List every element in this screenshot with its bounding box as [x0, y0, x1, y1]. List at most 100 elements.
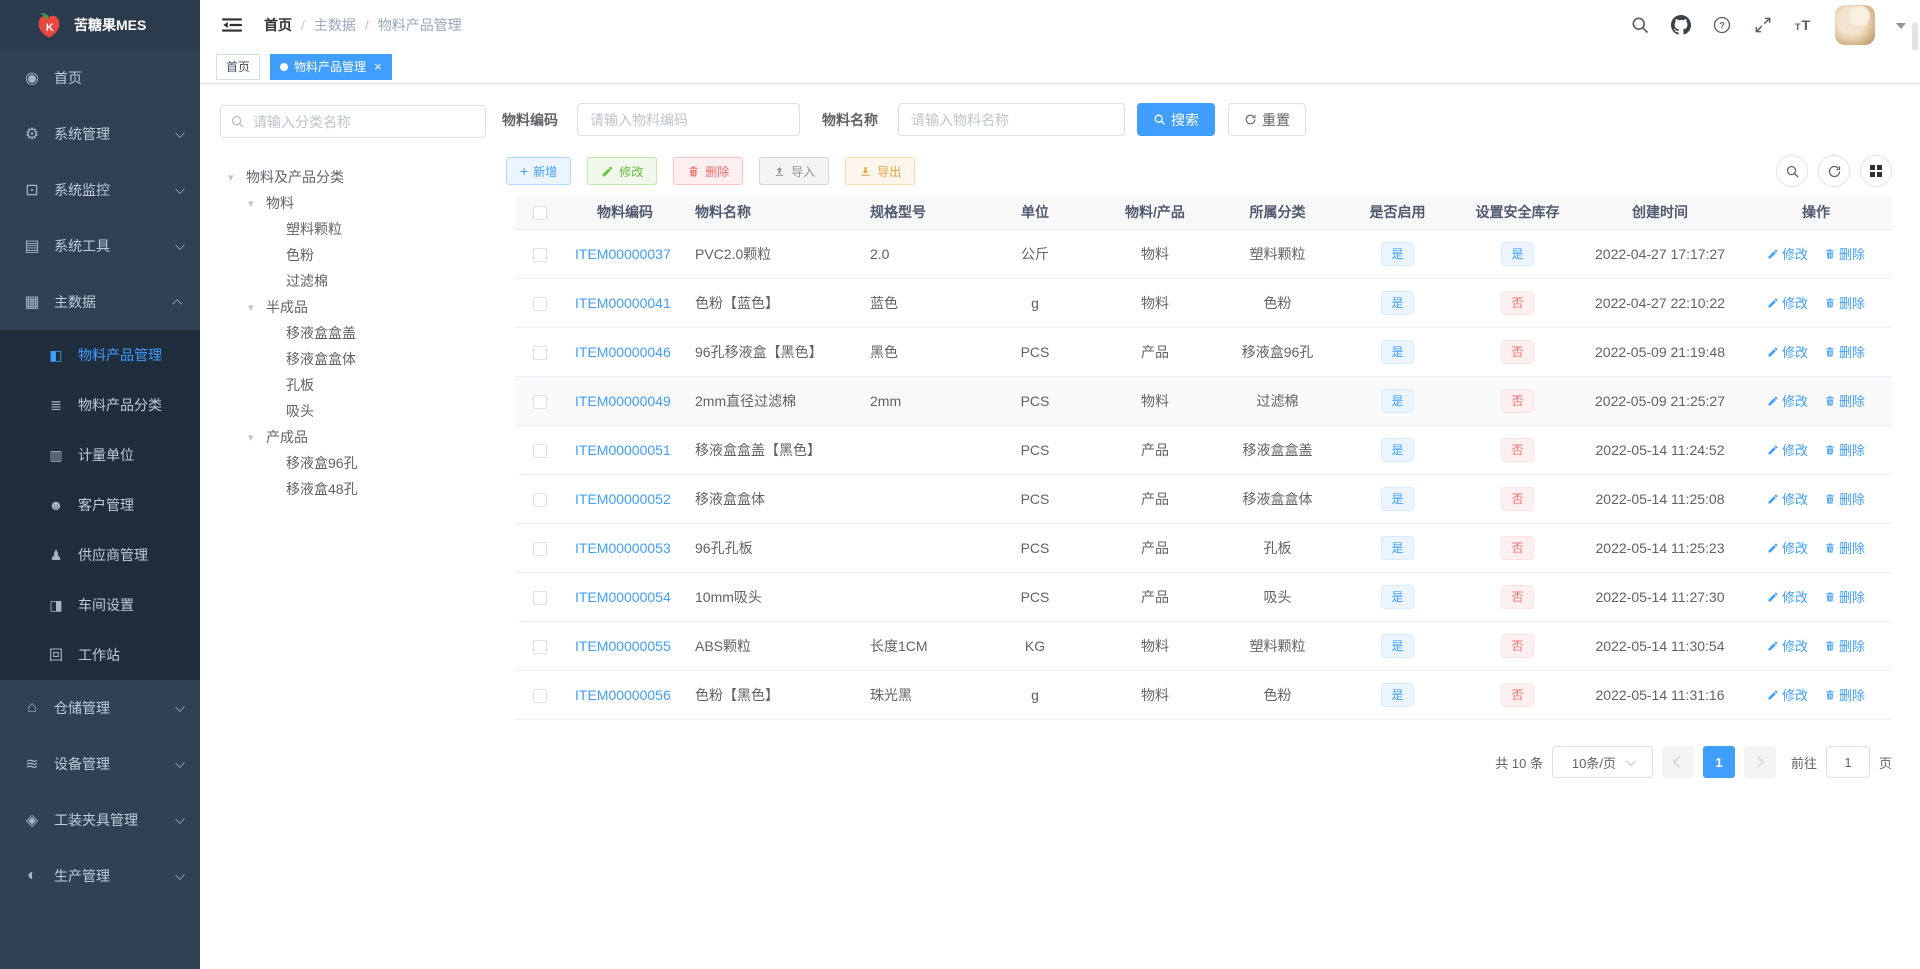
- sidebar-item[interactable]: ◉ 首页: [0, 50, 200, 106]
- logo[interactable]: K 苦糖果MES: [0, 0, 200, 50]
- font-size-icon[interactable]: TT: [1794, 15, 1814, 35]
- help-icon[interactable]: ?: [1712, 15, 1732, 35]
- row-edit-link[interactable]: 修改: [1767, 342, 1808, 361]
- row-checkbox[interactable]: [533, 541, 547, 556]
- row-checkbox[interactable]: [533, 590, 547, 605]
- row-delete-link[interactable]: 删除: [1824, 636, 1865, 655]
- delete-button[interactable]: 删除: [673, 157, 744, 185]
- breadcrumb-item-home[interactable]: 首页: [264, 15, 292, 35]
- tree-node[interactable]: 过滤棉: [220, 268, 486, 294]
- material-code-link[interactable]: ITEM00000046: [575, 344, 671, 360]
- material-code-link[interactable]: ITEM00000055: [575, 638, 671, 654]
- tree-node[interactable]: 移液盒盒盖: [220, 320, 486, 346]
- material-code-link[interactable]: ITEM00000049: [575, 393, 671, 409]
- material-code-link[interactable]: ITEM00000051: [575, 442, 671, 458]
- row-delete-link[interactable]: 删除: [1824, 391, 1865, 410]
- sidebar-item[interactable]: ⌂ 仓储管理: [0, 680, 200, 736]
- user-avatar[interactable]: [1835, 5, 1875, 45]
- row-edit-link[interactable]: 修改: [1767, 293, 1808, 312]
- sidebar-item[interactable]: ⚙ 系统管理: [0, 106, 200, 162]
- row-delete-link[interactable]: 删除: [1824, 587, 1865, 606]
- row-checkbox[interactable]: [533, 247, 547, 262]
- github-icon[interactable]: [1671, 15, 1691, 35]
- next-page-button[interactable]: [1743, 746, 1776, 778]
- row-delete-link[interactable]: 删除: [1824, 342, 1865, 361]
- sidebar-item[interactable]: ♟ 供应商管理: [0, 530, 200, 580]
- row-delete-link[interactable]: 删除: [1824, 293, 1865, 312]
- row-delete-link[interactable]: 删除: [1824, 538, 1865, 557]
- row-checkbox[interactable]: [533, 443, 547, 458]
- tab-material-product[interactable]: 物料产品管理 ×: [270, 53, 392, 80]
- row-edit-link[interactable]: 修改: [1767, 636, 1808, 655]
- material-code-link[interactable]: ITEM00000037: [575, 246, 671, 262]
- import-button[interactable]: 导入: [759, 157, 830, 185]
- row-edit-link[interactable]: 修改: [1767, 391, 1808, 410]
- tree-node[interactable]: 物料: [220, 190, 486, 216]
- current-page-button[interactable]: 1: [1702, 746, 1735, 778]
- tree-node[interactable]: 移液盒盒体: [220, 346, 486, 372]
- tree-node[interactable]: 物料及产品分类: [220, 164, 486, 190]
- sidebar-item[interactable]: ◧ 物料产品管理: [0, 330, 200, 380]
- material-name-input[interactable]: [898, 103, 1125, 136]
- edit-button[interactable]: 修改: [587, 157, 658, 185]
- row-checkbox[interactable]: [533, 492, 547, 507]
- sidebar-item[interactable]: ▦ 主数据: [0, 274, 200, 330]
- sidebar-item[interactable]: ◈ 工装夹具管理: [0, 792, 200, 848]
- chevron-down-icon[interactable]: [1896, 22, 1906, 34]
- tree-node[interactable]: 塑料颗粒: [220, 216, 486, 242]
- material-code-link[interactable]: ITEM00000052: [575, 491, 671, 507]
- material-code-input[interactable]: [577, 103, 800, 136]
- tree-node[interactable]: 移液盒48孔: [220, 476, 486, 502]
- refresh-button[interactable]: [1818, 155, 1850, 187]
- sidebar-item[interactable]: ⊡ 系统监控: [0, 162, 200, 218]
- sidebar-item[interactable]: ◨ 车间设置: [0, 580, 200, 630]
- columns-button[interactable]: [1860, 155, 1892, 187]
- row-checkbox[interactable]: [533, 639, 547, 654]
- goto-page-input[interactable]: [1825, 746, 1870, 778]
- search-icon[interactable]: [1630, 15, 1650, 35]
- row-edit-link[interactable]: 修改: [1767, 587, 1808, 606]
- material-code-link[interactable]: ITEM00000053: [575, 540, 671, 556]
- tree-node[interactable]: 孔板: [220, 372, 486, 398]
- export-button[interactable]: 导出: [845, 157, 916, 185]
- row-delete-link[interactable]: 删除: [1824, 489, 1865, 508]
- sidebar-item[interactable]: ◐ 生产管理: [0, 848, 200, 904]
- row-checkbox[interactable]: [533, 296, 547, 311]
- tree-node[interactable]: 产成品: [220, 424, 486, 450]
- tab-home[interactable]: 首页: [216, 53, 261, 80]
- sidebar-item[interactable]: ▥ 计量单位: [0, 430, 200, 480]
- row-delete-link[interactable]: 删除: [1824, 685, 1865, 704]
- row-edit-link[interactable]: 修改: [1767, 489, 1808, 508]
- fullscreen-icon[interactable]: [1753, 15, 1773, 35]
- row-edit-link[interactable]: 修改: [1767, 244, 1808, 263]
- tree-node[interactable]: 色粉: [220, 242, 486, 268]
- material-code-link[interactable]: ITEM00000056: [575, 687, 671, 703]
- search-button[interactable]: 搜索: [1137, 103, 1215, 136]
- sidebar-item[interactable]: ≣ 物料产品分类: [0, 380, 200, 430]
- material-code-link[interactable]: ITEM00000054: [575, 589, 671, 605]
- row-edit-link[interactable]: 修改: [1767, 538, 1808, 557]
- sidebar-item[interactable]: ☻ 客户管理: [0, 480, 200, 530]
- row-checkbox[interactable]: [533, 345, 547, 360]
- add-button[interactable]: + 新增: [506, 157, 572, 185]
- row-delete-link[interactable]: 删除: [1824, 244, 1865, 263]
- caret-down-icon[interactable]: [248, 301, 266, 314]
- row-delete-link[interactable]: 删除: [1824, 440, 1865, 459]
- material-code-link[interactable]: ITEM00000041: [575, 295, 671, 311]
- row-checkbox[interactable]: [533, 688, 547, 703]
- row-edit-link[interactable]: 修改: [1767, 685, 1808, 704]
- select-all-checkbox[interactable]: [533, 206, 547, 221]
- sidebar-item[interactable]: 回 工作站: [0, 630, 200, 680]
- breadcrumb-item-master-data[interactable]: 主数据: [314, 15, 356, 35]
- page-size-select[interactable]: 10条/页: [1551, 746, 1653, 778]
- caret-down-icon[interactable]: [228, 171, 246, 184]
- prev-page-button[interactable]: [1661, 746, 1694, 778]
- caret-down-icon[interactable]: [248, 431, 266, 444]
- sidebar-item[interactable]: ≋ 设备管理: [0, 736, 200, 792]
- tree-node[interactable]: 吸头: [220, 398, 486, 424]
- category-search-input[interactable]: [220, 105, 486, 138]
- row-edit-link[interactable]: 修改: [1767, 440, 1808, 459]
- tree-node[interactable]: 半成品: [220, 294, 486, 320]
- toggle-search-button[interactable]: [1776, 155, 1808, 187]
- sidebar-item[interactable]: ▤ 系统工具: [0, 218, 200, 274]
